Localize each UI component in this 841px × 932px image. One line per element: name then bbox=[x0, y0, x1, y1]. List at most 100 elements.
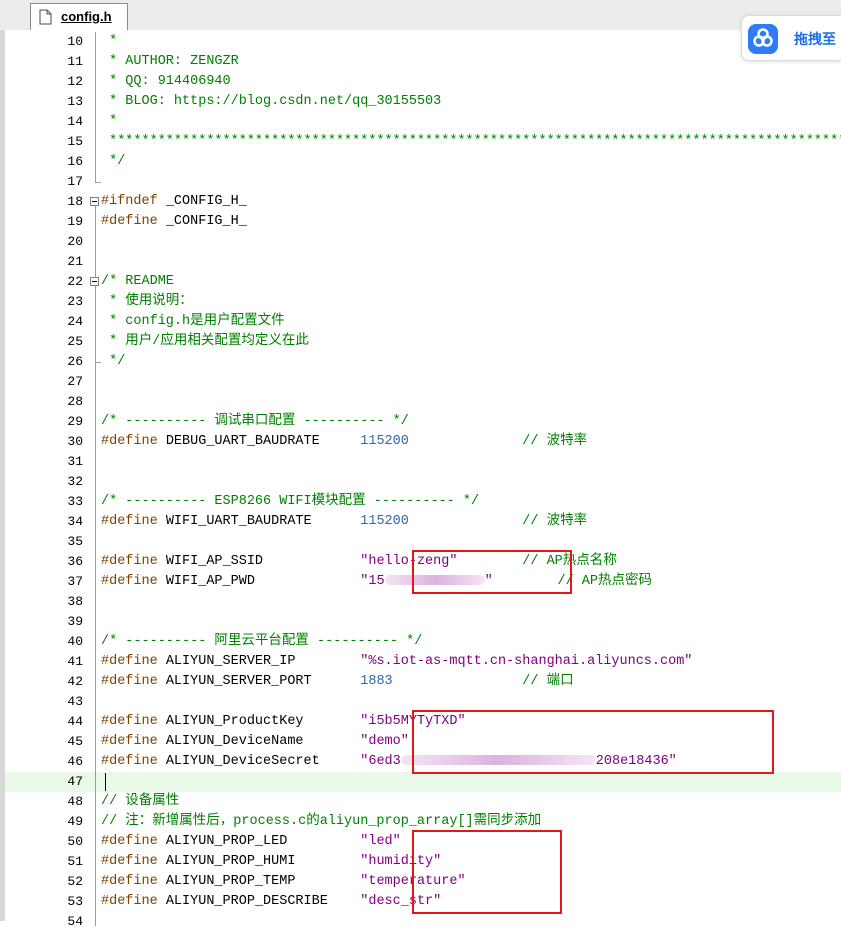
code-token: #define bbox=[101, 514, 166, 529]
code-text: /* ---------- 阿里云平台配置 ---------- */ bbox=[101, 632, 422, 652]
code-line[interactable]: 23 * 使用说明： bbox=[5, 292, 841, 312]
highlight-box bbox=[412, 710, 774, 774]
line-number: 25 bbox=[67, 334, 83, 349]
code-token: #define bbox=[101, 834, 166, 849]
code-token: 115200 bbox=[360, 434, 409, 449]
line-number: 51 bbox=[67, 854, 83, 869]
tab-bar: config.h bbox=[0, 0, 841, 31]
line-number: 36 bbox=[67, 554, 83, 569]
code-token: #define bbox=[101, 714, 166, 729]
code-line[interactable]: 30 #define DEBUG_UART_BAUDRATE 115200 // … bbox=[5, 432, 841, 452]
code-editor[interactable]: 10 * 11 * AUTHOR: ZENGZR 12 * QQ: 91440694… bbox=[0, 30, 841, 929]
code-text: * config.h是用户配置文件 bbox=[101, 312, 285, 332]
line-number: 34 bbox=[67, 514, 83, 529]
drag-upload-button[interactable]: 拖拽至 bbox=[741, 15, 841, 61]
code-line[interactable]: 43 bbox=[5, 692, 841, 712]
code-token: ALIYUN_PROP_TEMP bbox=[165, 874, 361, 889]
code-line[interactable]: 24 * config.h是用户配置文件 bbox=[5, 312, 841, 332]
code-token: // 端口 bbox=[522, 674, 574, 689]
code-line[interactable]: 42 #define ALIYUN_SERVER_PORT 1883 // 端口 bbox=[5, 672, 841, 692]
code-text: * QQ: 914406940 bbox=[101, 72, 231, 92]
fold-guide bbox=[95, 206, 96, 926]
code-line[interactable]: 41 #define ALIYUN_SERVER_IP "%s.iot-as-mq… bbox=[5, 652, 841, 672]
code-token: #define bbox=[101, 874, 166, 889]
code-line[interactable]: 21 bbox=[5, 252, 841, 272]
code-line[interactable]: 25 * 用户/应用相关配置均定义在此 bbox=[5, 332, 841, 352]
code-line[interactable]: 47 bbox=[5, 772, 841, 792]
line-number: 38 bbox=[67, 594, 83, 609]
code-line[interactable]: 49 // 注：新增属性后，process.c的aliyun_prop_array… bbox=[5, 812, 841, 832]
code-line[interactable]: 48 // 设备属性 bbox=[5, 792, 841, 812]
line-number: 49 bbox=[67, 814, 83, 829]
code-line[interactable]: 18 #ifndef _CONFIG_H_ bbox=[5, 192, 841, 212]
code-token: /* ---------- 调试串口配置 ---------- */ bbox=[101, 414, 409, 429]
code-line[interactable]: 27 bbox=[5, 372, 841, 392]
code-text: */ bbox=[101, 352, 125, 372]
code-token: ALIYUN_ProductKey bbox=[165, 714, 361, 729]
code-line[interactable]: 28 bbox=[5, 392, 841, 412]
code-line[interactable]: 10 * bbox=[5, 32, 841, 52]
code-line[interactable]: 35 bbox=[5, 532, 841, 552]
line-number: 48 bbox=[67, 794, 83, 809]
highlight-box bbox=[412, 830, 562, 914]
code-token: // 波特率 bbox=[522, 434, 588, 449]
code-token: // 波特率 bbox=[522, 514, 588, 529]
code-text: #define ALIYUN_PROP_TEMP "temperature" bbox=[101, 872, 466, 892]
code-line[interactable]: 32 bbox=[5, 472, 841, 492]
code-text: #define DEBUG_UART_BAUDRATE 115200 // 波特… bbox=[101, 432, 587, 452]
line-number: 31 bbox=[67, 454, 83, 469]
code-line[interactable]: 38 bbox=[5, 592, 841, 612]
code-line[interactable]: 34 #define WIFI_UART_BAUDRATE 115200 // 波… bbox=[5, 512, 841, 532]
cloud-drop-icon bbox=[748, 24, 778, 54]
fold-guide bbox=[95, 32, 96, 182]
code-text: * bbox=[101, 32, 117, 52]
code-text: // 设备属性 bbox=[101, 792, 179, 812]
code-token: */ bbox=[101, 154, 126, 169]
line-number: 45 bbox=[67, 734, 83, 749]
line-number: 21 bbox=[67, 254, 83, 269]
code-text: #define ALIYUN_DeviceName "demo" bbox=[101, 732, 409, 752]
line-number: 35 bbox=[67, 534, 83, 549]
code-text: * AUTHOR: ZENGZR bbox=[101, 52, 239, 72]
code-text: /* ---------- ESP8266 WIFI模块配置 ---------… bbox=[101, 492, 479, 512]
code-token: ALIYUN_DeviceSecret bbox=[165, 754, 361, 769]
code-line[interactable]: 33 /* ---------- ESP8266 WIFI模块配置 -------… bbox=[5, 492, 841, 512]
code-line[interactable]: 15 *************************************… bbox=[5, 132, 841, 152]
line-number: 19 bbox=[67, 214, 83, 229]
line-number: 47 bbox=[67, 774, 83, 789]
code-line[interactable]: 31 bbox=[5, 452, 841, 472]
code-line[interactable]: 29 /* ---------- 调试串口配置 ---------- */ bbox=[5, 412, 841, 432]
code-line[interactable]: 17 bbox=[5, 172, 841, 192]
code-token: #define bbox=[101, 654, 166, 669]
fold-toggle-icon[interactable] bbox=[90, 277, 99, 286]
code-token: #define bbox=[101, 434, 166, 449]
line-number: 53 bbox=[67, 894, 83, 909]
code-line[interactable]: 14 * bbox=[5, 112, 841, 132]
code-line[interactable]: 40 /* ---------- 阿里云平台配置 ---------- */ bbox=[5, 632, 841, 652]
code-line[interactable]: 11 * AUTHOR: ZENGZR bbox=[5, 52, 841, 72]
code-token: */ bbox=[101, 354, 126, 369]
code-token: /* README bbox=[101, 274, 174, 289]
code-line[interactable]: 19 #define _CONFIG_H_ bbox=[5, 212, 841, 232]
line-number: 15 bbox=[67, 134, 83, 149]
code-line[interactable]: 12 * QQ: 914406940 bbox=[5, 72, 841, 92]
code-token: 115200 bbox=[360, 514, 409, 529]
code-line[interactable]: 20 bbox=[5, 232, 841, 252]
code-line[interactable]: 26 */ bbox=[5, 352, 841, 372]
code-token: ALIYUN_PROP_DESCRIBE bbox=[165, 894, 361, 909]
line-number: 14 bbox=[67, 114, 83, 129]
fold-toggle-icon[interactable] bbox=[90, 197, 99, 206]
fold-end-mark bbox=[95, 362, 101, 363]
code-line[interactable]: 22 /* README bbox=[5, 272, 841, 292]
line-number: 26 bbox=[67, 354, 83, 369]
code-line[interactable]: 16 */ bbox=[5, 152, 841, 172]
tab-config-h[interactable]: config.h bbox=[30, 3, 128, 30]
code-line[interactable]: 54 bbox=[5, 912, 841, 932]
code-line[interactable]: 39 bbox=[5, 612, 841, 632]
line-number: 18 bbox=[67, 194, 83, 209]
line-number: 44 bbox=[67, 714, 83, 729]
code-line[interactable]: 13 * BLOG: https://blog.csdn.net/qq_3015… bbox=[5, 92, 841, 112]
code-token: * bbox=[101, 34, 118, 49]
